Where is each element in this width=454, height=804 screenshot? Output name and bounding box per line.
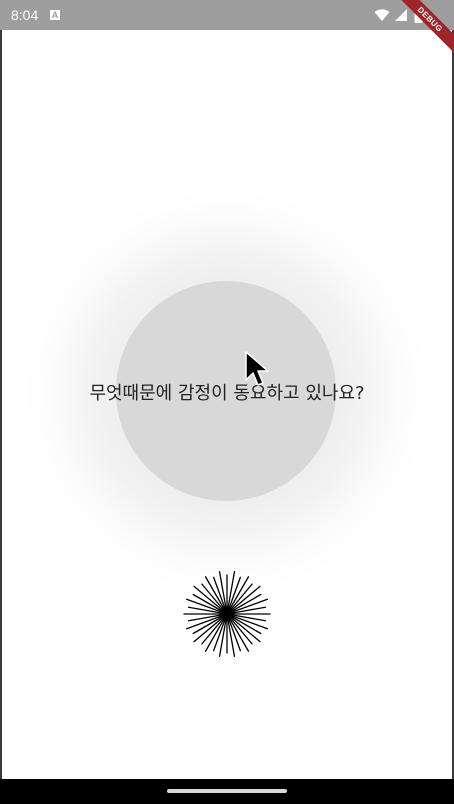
signal-icon bbox=[395, 9, 407, 21]
mouse-pointer-icon bbox=[245, 351, 269, 386]
status-bar: 8:04 A DEBUG bbox=[0, 0, 454, 57]
notification-app-icon: A bbox=[50, 10, 60, 20]
starburst-icon bbox=[183, 570, 271, 657]
wifi-icon bbox=[374, 9, 390, 21]
navigation-bar bbox=[0, 779, 454, 804]
home-gesture-handle[interactable] bbox=[167, 789, 287, 793]
question-text: 무엇때문에 감정이 동요하고 있나요? bbox=[89, 383, 365, 404]
status-time: 8:04 bbox=[11, 7, 39, 23]
